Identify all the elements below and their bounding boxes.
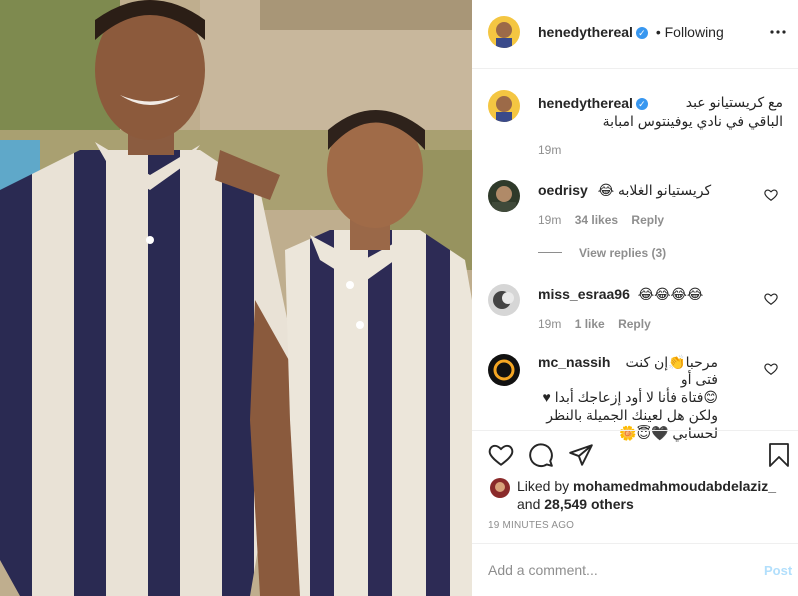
comment-avatar[interactable] [488, 284, 520, 316]
share-icon[interactable] [568, 442, 594, 471]
post-photo-image [0, 0, 472, 596]
heart-icon[interactable] [488, 442, 514, 471]
header-divider [472, 68, 798, 69]
comment-likes[interactable]: 34 likes [575, 213, 618, 227]
liker-avatar[interactable] [490, 478, 510, 498]
comment-text-line3: ولكن هل لعينك الجميلة بالنظر [546, 407, 718, 423]
comment-text-line4: لحسابي 🖤😇🌼 [619, 425, 718, 441]
post-comment-button[interactable]: Post [764, 563, 792, 578]
comment-text: كريستيانو الغلابه 😂 [597, 182, 712, 198]
caption-avatar[interactable] [488, 90, 520, 122]
likes-others-button[interactable]: 28,549 others [544, 496, 634, 512]
avatar-image [490, 478, 510, 498]
comment-icon[interactable] [528, 442, 554, 471]
avatar-image [488, 180, 520, 212]
avatar-image [488, 354, 520, 386]
comments-divider [472, 430, 798, 431]
follow-status[interactable]: • Following [656, 24, 724, 40]
comment-text-line2: 😊فتاة فأنا لا أود إزعاجك أبدا ♥ [542, 389, 719, 405]
comment-1-meta: 19m 34 likes Reply [538, 213, 664, 227]
comment-avatar[interactable] [488, 354, 520, 386]
post-photo[interactable] [0, 0, 472, 596]
avatar-image [488, 284, 520, 316]
comment-likes[interactable]: 1 like [575, 317, 605, 331]
comment-3-body: mc_nassih مرحبا👏إن كنت فتى أو 😊فتاة فأنا… [538, 354, 718, 442]
comment-like-icon[interactable] [764, 362, 778, 376]
view-replies-button[interactable]: View replies (3) [579, 246, 666, 260]
reply-button[interactable]: Reply [631, 213, 664, 227]
caption-time: 19m [538, 143, 562, 157]
caption-text-line2: الباقي في نادي يوفينتوس امبابة [602, 113, 783, 129]
comment-time: 19m [538, 213, 562, 227]
caption-text-line1: مع كريستيانو عبد [685, 94, 783, 110]
header-username[interactable]: henedythereal [538, 24, 633, 40]
comment-text: 😂😂😂😂 [637, 286, 704, 302]
liker-username[interactable]: mohamedmahmoudabdelaziz_ [573, 478, 776, 494]
comment-like-icon[interactable] [764, 292, 778, 306]
comment-2-body: miss_esraa96 😂😂😂😂 [538, 286, 703, 303]
more-options-icon[interactable] [768, 22, 788, 42]
liked-by-and: and [517, 496, 541, 512]
avatar-image [488, 90, 520, 122]
comment-1-body: oedrisy كريستيانو الغلابه 😂 [538, 182, 711, 199]
comment-time: 19m [538, 317, 562, 331]
reply-button[interactable]: Reply [618, 317, 651, 331]
liked-by-line2: and 28,549 others [517, 496, 634, 512]
header-user-line: henedythereal ✓ • Following [538, 24, 724, 40]
avatar-image [488, 16, 520, 48]
bookmark-icon[interactable] [768, 442, 790, 471]
comment-avatar[interactable] [488, 180, 520, 212]
post-details-panel: henedythereal ✓ • Following henedythereal… [472, 0, 798, 596]
comment-username[interactable]: miss_esraa96 [538, 286, 630, 302]
comment-username[interactable]: mc_nassih [538, 354, 610, 388]
caption-username[interactable]: henedythereal [538, 95, 633, 111]
liked-by-prefix: Liked by [517, 478, 570, 494]
comment-text-line1: مرحبا👏إن كنت فتى أو [625, 354, 719, 387]
verified-icon: ✓ [635, 97, 648, 110]
verified-icon: ✓ [635, 27, 648, 40]
comment-2-meta: 19m 1 like Reply [538, 317, 651, 331]
view-replies-line [538, 252, 562, 253]
add-comment-divider [472, 543, 798, 544]
liked-by-line1: Liked by mohamedmahmoudabdelaziz_ [517, 478, 776, 494]
comment-username[interactable]: oedrisy [538, 182, 588, 198]
header-avatar[interactable] [488, 16, 520, 48]
comment-like-icon[interactable] [764, 188, 778, 202]
post-timestamp[interactable]: 19 MINUTES AGO [488, 520, 574, 531]
add-comment-input[interactable] [488, 560, 748, 580]
caption-body: henedythereal ✓ مع كريستيانو عبد الباقي ف… [538, 94, 783, 130]
